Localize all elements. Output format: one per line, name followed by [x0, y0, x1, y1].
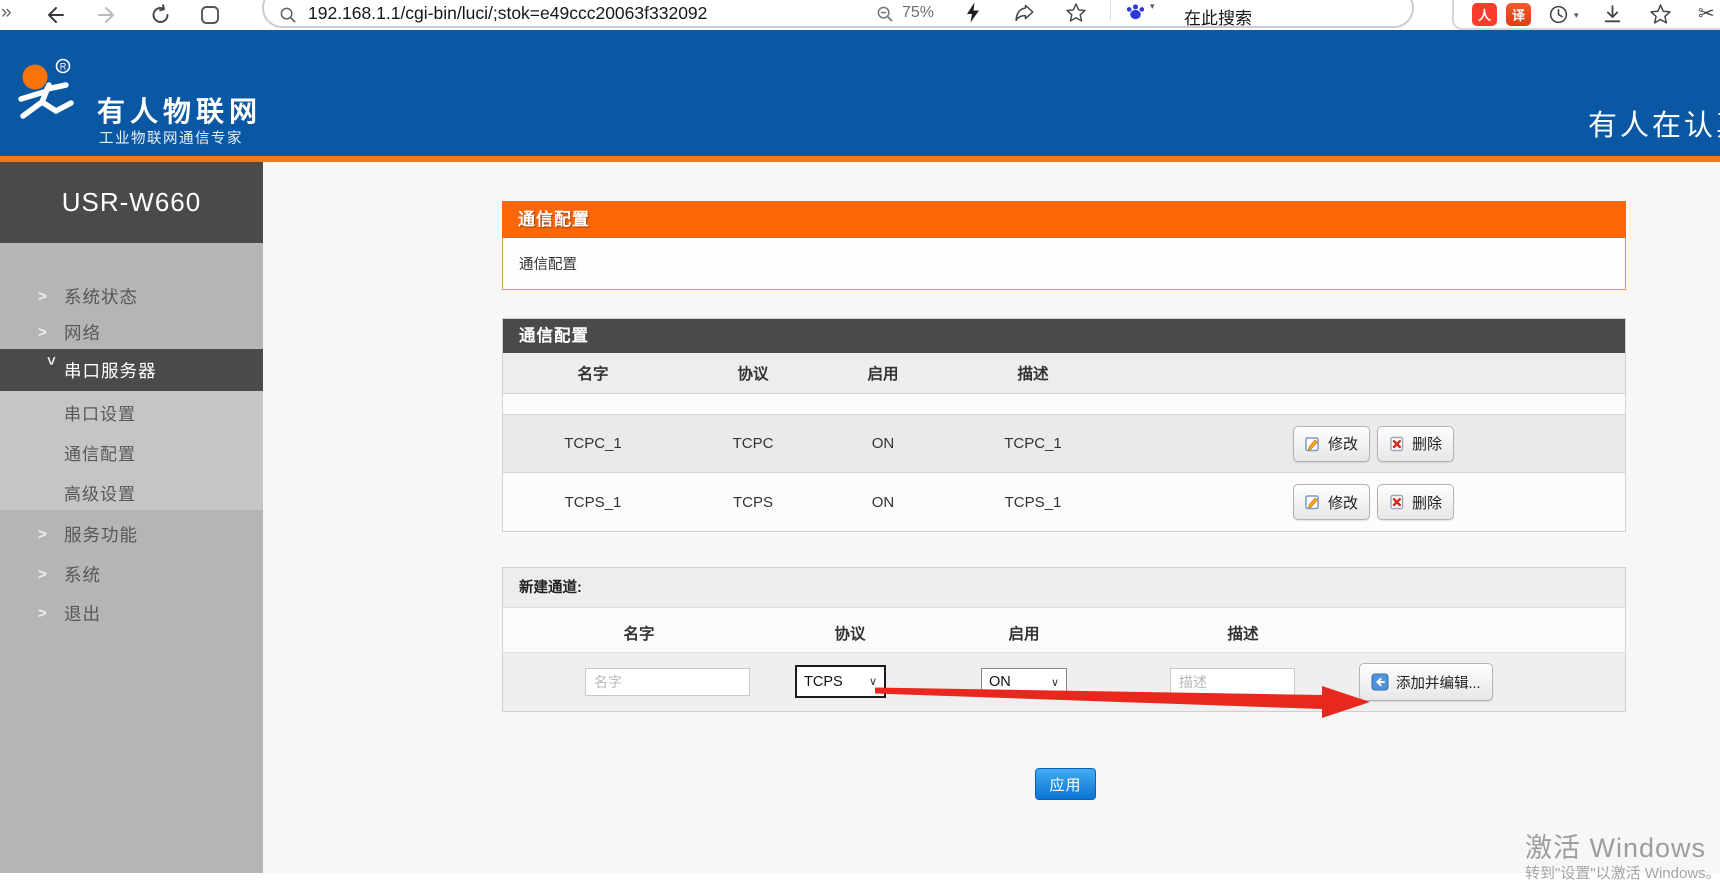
browser-toolbar: » 192.168.1.1/cgi-bin/luci/;stok=e49ccc2…: [0, 0, 1720, 30]
sidebar-item-serial-settings[interactable]: 串口设置: [0, 396, 263, 428]
col-header-description: 描述: [1227, 622, 1258, 644]
translate-extension-icon[interactable]: 译: [1506, 3, 1531, 26]
new-channel-input-row: TCPS ∨ ON ∨ 添加并编辑...: [503, 653, 1625, 711]
forward-icon[interactable]: [96, 4, 118, 26]
delete-button[interactable]: 删除: [1377, 484, 1454, 520]
new-channel-panel: 新建通道: 名字 协议 启用 描述 TCPS ∨ ON ∨ 添加并编辑...: [502, 567, 1626, 712]
add-and-edit-button[interactable]: 添加并编辑...: [1359, 663, 1493, 701]
description-input[interactable]: [1170, 668, 1295, 696]
extensions-overflow-icon[interactable]: »: [1, 0, 12, 26]
sidebar-item-comm-config[interactable]: 通信配置: [0, 436, 263, 468]
pdf-extension-icon[interactable]: 人: [1472, 3, 1497, 26]
chevron-right-icon: >: [38, 566, 64, 583]
sidebar-item-services[interactable]: > 服务功能: [0, 516, 263, 552]
delete-icon: [1389, 436, 1405, 452]
svg-text:R: R: [60, 62, 67, 72]
edit-icon: [1305, 494, 1321, 510]
chevron-down-icon: >: [43, 356, 60, 382]
usr-logo-icon: R: [8, 55, 92, 129]
zoom-level[interactable]: 75%: [902, 4, 934, 22]
protocol-select[interactable]: TCPS ∨: [795, 665, 886, 698]
cell-description: TCPC_1: [943, 435, 1123, 452]
edit-button[interactable]: 修改: [1293, 484, 1370, 520]
cell-enabled: ON: [823, 435, 943, 452]
url-text[interactable]: 192.168.1.1/cgi-bin/luci/;stok=e49ccc200…: [308, 3, 707, 24]
table-row: TCPS_1 TCPS ON TCPS_1 修改 删除: [503, 473, 1625, 531]
sidebar-item-logout[interactable]: > 退出: [0, 595, 263, 631]
page-title-description: 通信配置: [502, 238, 1626, 290]
chevron-right-icon: >: [38, 324, 64, 341]
address-bar[interactable]: 192.168.1.1/cgi-bin/luci/;stok=e49ccc200…: [262, 0, 1414, 28]
home-icon[interactable]: [199, 4, 221, 26]
search-icon: [279, 6, 298, 25]
page-title-panel: 通信配置 通信配置: [502, 201, 1626, 290]
cell-name: TCPC_1: [503, 435, 683, 452]
lightning-icon[interactable]: [966, 2, 980, 23]
history-icon[interactable]: [1548, 4, 1569, 25]
channel-table-panel: 通信配置 名字 协议 启用 描述 TCPC_1 TCPC ON TCPC_1 修…: [502, 318, 1626, 532]
main-content: 通信配置 通信配置 通信配置 名字 协议 启用 描述 TCPC_1 TCPC O…: [263, 162, 1720, 873]
col-header-protocol: 协议: [683, 362, 823, 384]
apply-button[interactable]: 应用: [1035, 768, 1096, 800]
chevron-right-icon: >: [38, 288, 64, 305]
download-icon[interactable]: [1602, 4, 1623, 25]
row-actions: 修改 删除: [1293, 484, 1454, 520]
share-icon[interactable]: [1014, 4, 1035, 22]
table-empty-row: [503, 394, 1625, 415]
col-header-name: 名字: [623, 622, 654, 644]
clip-scissors-icon[interactable]: ✂: [1698, 1, 1715, 27]
sidebar-item-system[interactable]: > 系统: [0, 556, 263, 592]
col-header-protocol: 协议: [834, 622, 865, 644]
brand-title: 有人物联网: [97, 90, 262, 130]
new-channel-header-row: 名字 协议 启用 描述: [503, 608, 1625, 653]
row-actions: 修改 删除: [1293, 426, 1454, 462]
search-hint[interactable]: 在此搜索: [1184, 4, 1252, 29]
page-title: 通信配置: [502, 201, 1626, 238]
table-header-row: 名字 协议 启用 描述: [503, 353, 1625, 394]
activate-windows-watermark: 激活 Windows: [1525, 826, 1706, 865]
new-channel-title: 新建通道:: [503, 568, 1625, 608]
banner-slogan: 有人在认真做物联网: [1588, 102, 1720, 144]
cell-protocol: TCPS: [683, 494, 823, 511]
device-model-title: USR-W660: [0, 162, 263, 243]
zoom-out-icon[interactable]: [876, 5, 895, 24]
cell-description: TCPS_1: [943, 494, 1123, 511]
back-icon[interactable]: [44, 4, 66, 26]
col-header-description: 描述: [943, 362, 1123, 384]
sidebar-item-network[interactable]: > 网络: [0, 314, 263, 350]
brand-subtitle: 工业物联网通信专家: [99, 127, 243, 148]
reload-icon[interactable]: [150, 4, 172, 26]
cell-protocol: TCPC: [683, 435, 823, 452]
sidebar-item-advanced-settings[interactable]: 高级设置: [0, 476, 263, 508]
table-row: TCPC_1 TCPC ON TCPC_1 修改 删除: [503, 415, 1625, 473]
sidebar-nav: USR-W660 > 系统状态 > 网络 > 串口服务器 串口设置 通信配置 高…: [0, 162, 263, 873]
favorite-star-icon[interactable]: [1066, 3, 1086, 22]
chevron-down-icon: ∨: [1051, 676, 1059, 689]
cell-name: TCPS_1: [503, 494, 683, 511]
col-header-enabled: 启用: [823, 362, 943, 384]
cell-enabled: ON: [823, 494, 943, 511]
chevron-down-icon: ∨: [869, 675, 877, 688]
sidebar-item-system-status[interactable]: > 系统状态: [0, 278, 263, 314]
divider: [1110, 0, 1111, 20]
enabled-select[interactable]: ON ∨: [981, 668, 1067, 696]
col-header-name: 名字: [503, 362, 683, 384]
sidebar-submenu: 串口设置 通信配置 高级设置: [0, 391, 263, 510]
chevron-right-icon: >: [38, 605, 64, 622]
sidebar-item-serial-server[interactable]: > 串口服务器: [0, 349, 263, 391]
delete-button[interactable]: 删除: [1377, 426, 1454, 462]
add-icon: [1371, 673, 1389, 691]
name-input[interactable]: [585, 668, 750, 696]
col-header-enabled: 启用: [1008, 622, 1039, 644]
app-banner: R 有人物联网 工业物联网通信专家 有人在认真做物联网: [0, 30, 1720, 156]
search-engine-caret-icon[interactable]: ▾: [1150, 1, 1155, 12]
baidu-paw-icon[interactable]: [1126, 2, 1145, 20]
bookmark-star-icon[interactable]: [1650, 4, 1671, 24]
edit-icon: [1305, 436, 1321, 452]
chevron-right-icon: >: [38, 526, 64, 543]
table-title: 通信配置: [503, 319, 1625, 353]
delete-icon: [1389, 494, 1405, 510]
history-caret-icon[interactable]: ▾: [1574, 10, 1579, 21]
edit-button[interactable]: 修改: [1293, 426, 1370, 462]
